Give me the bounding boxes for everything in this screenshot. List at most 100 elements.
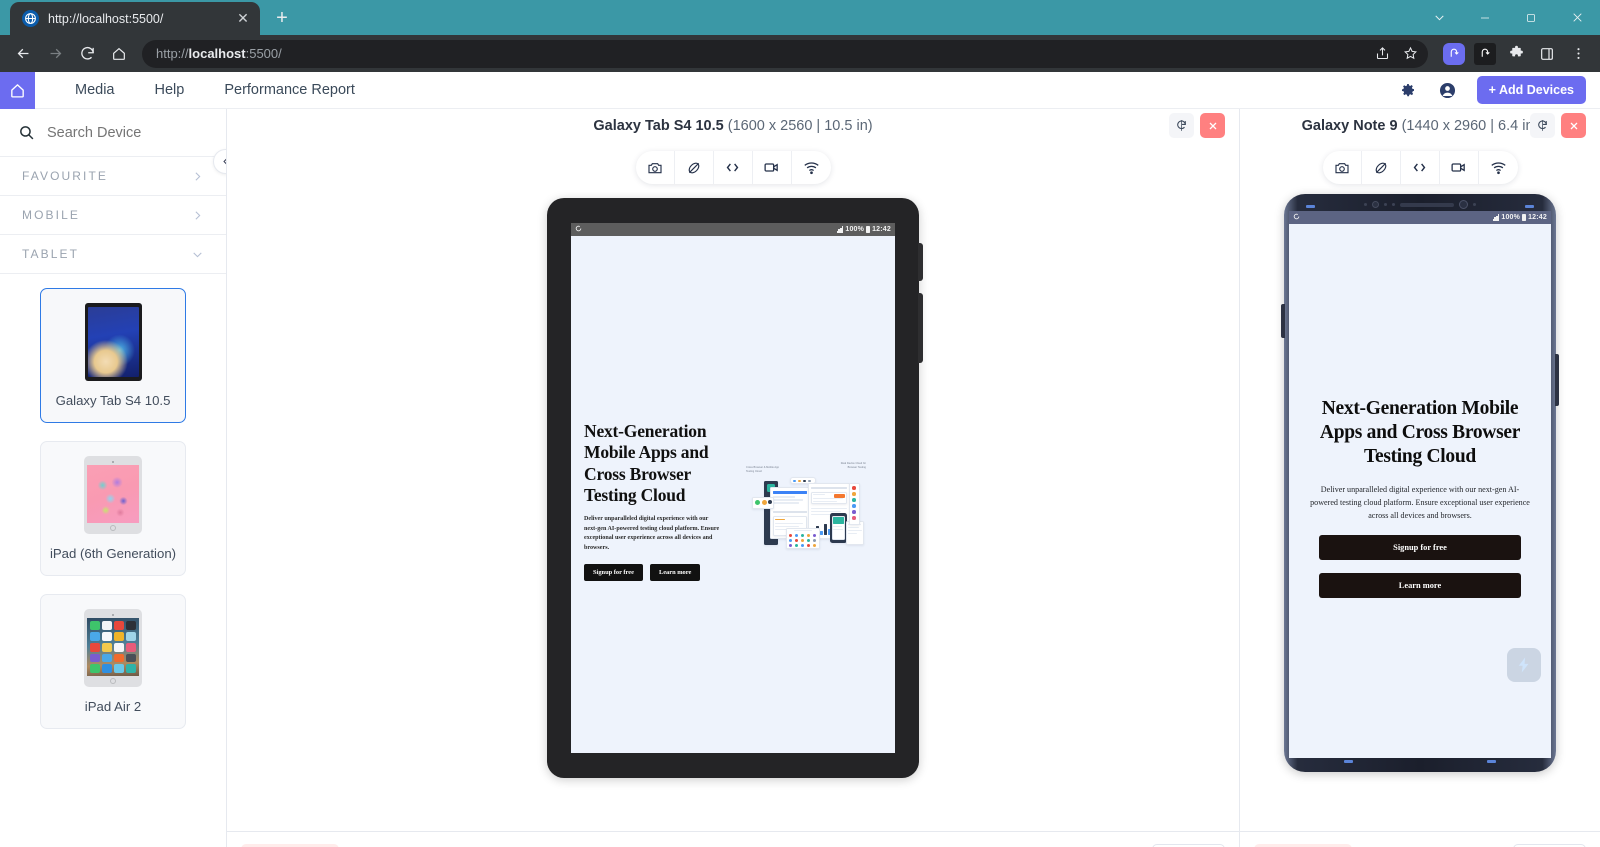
sidebar-section-favourite[interactable]: FAVOURITE [0, 157, 226, 196]
page-subheading: Deliver unparalleled digital experience … [1310, 484, 1530, 520]
chevron-right-icon [191, 209, 204, 222]
device-name: Galaxy Note 9 [1301, 118, 1398, 134]
refresh-icon[interactable] [1530, 113, 1555, 138]
tab-title: http://localhost:5500/ [48, 11, 164, 26]
learn-more-button[interactable]: Learn more [1319, 572, 1521, 598]
zoom-select[interactable]: 100% [1152, 843, 1225, 847]
lt-watermark-button[interactable] [1507, 648, 1541, 682]
sidebar-section-label: TABLET [22, 247, 80, 261]
device-footer-galaxy-tab-s4: ! 1 Error (s) 100% [227, 831, 1239, 847]
loading-icon [575, 225, 582, 234]
learn-more-button[interactable]: Learn more [649, 564, 701, 582]
app-nav-right: + Add Devices [1397, 76, 1600, 104]
device-footer-galaxy-note-9: ! 1 Error (s) 100% [1240, 831, 1600, 847]
zoom-select[interactable]: 100% [1513, 843, 1586, 847]
tab-search-chevron-icon[interactable] [1416, 0, 1462, 35]
window-minimize-button[interactable] [1462, 0, 1508, 35]
sidebar-section-label: MOBILE [22, 208, 80, 222]
network-throttle-wifi-icon[interactable] [1479, 151, 1518, 184]
address-bar-url: http://localhost:5500/ [156, 46, 282, 61]
devtools-icon[interactable] [1401, 151, 1440, 184]
tab-close-icon[interactable]: ✕ [234, 10, 252, 28]
screenshot-icon[interactable] [1323, 151, 1362, 184]
device-screen[interactable]: 100% 12:42 Next-Generation Mobile Apps a… [1289, 211, 1551, 758]
device-panel-title: Galaxy Tab S4 10.5 (1600 x 2560 | 10.5 i… [593, 118, 872, 134]
back-button[interactable] [8, 39, 38, 69]
nav-link-media[interactable]: Media [55, 82, 135, 98]
app-home-icon[interactable] [0, 71, 35, 109]
sidebar-section-mobile[interactable]: MOBILE [0, 196, 226, 235]
sidepanel-icon[interactable] [1533, 40, 1561, 68]
rotate-icon[interactable] [1362, 151, 1401, 184]
page-heading: Next-Generation Mobile Apps and Cross Br… [1319, 398, 1521, 468]
device-panel-galaxy-note-9: Galaxy Note 9 (1440 x 2960 | 6.4 in) 100… [1240, 109, 1600, 847]
signal-icon [836, 226, 844, 233]
close-icon[interactable] [1561, 113, 1586, 138]
forward-button[interactable] [40, 39, 70, 69]
device-card-label: Galaxy Tab S4 10.5 [55, 393, 171, 408]
refresh-icon[interactable] [1169, 113, 1194, 138]
sidebar-section-tablet[interactable]: TABLET [0, 235, 226, 274]
device-card-galaxy-tab-s4[interactable]: Galaxy Tab S4 10.5 [40, 288, 186, 424]
screenshot-icon[interactable] [636, 151, 675, 184]
device-toolbar [635, 151, 831, 184]
extension-active-icon[interactable] [1440, 40, 1468, 68]
rotate-icon[interactable] [675, 151, 714, 184]
device-thumbnail [84, 456, 142, 535]
device-panel-header: Galaxy Tab S4 10.5 (1600 x 2560 | 10.5 i… [227, 109, 1239, 143]
lt-extension-icon [1443, 42, 1465, 65]
device-panel-header: Galaxy Note 9 (1440 x 2960 | 6.4 in) [1240, 109, 1600, 143]
share-icon[interactable] [1370, 42, 1394, 66]
device-card-label: iPad Air 2 [84, 699, 142, 715]
lt-dark-extension-icon [1474, 42, 1496, 65]
nav-link-performance-report[interactable]: Performance Report [204, 82, 375, 98]
device-screen[interactable]: 100% 12:42 Next-Generation Mobile Apps a… [571, 223, 895, 753]
browser-toolbar: http://localhost:5500/ [0, 35, 1600, 72]
window-maximize-button[interactable] [1508, 0, 1554, 35]
device-card-ipad-air-2[interactable]: iPad Air 2 [40, 594, 186, 730]
device-frame-wrap: 100% 12:42 Next-Generation Mobile Apps a… [1240, 184, 1600, 831]
window-close-button[interactable] [1554, 0, 1600, 35]
browser-tab[interactable]: http://localhost:5500/ ✕ [10, 2, 260, 35]
device-spec: (1440 x 2960 | 6.4 in) [1401, 118, 1539, 134]
add-devices-button[interactable]: + Add Devices [1476, 76, 1586, 104]
device-sidebar: FAVOURITE MOBILE TABLET Galaxy Tab S4 10… [0, 109, 227, 847]
device-card-ipad-6th-generation[interactable]: iPad (6th Generation) [40, 441, 186, 577]
record-video-icon[interactable] [1440, 151, 1479, 184]
chrome-menu-icon[interactable] [1564, 40, 1592, 68]
page-heading: Next-Generation Mobile Apps and Cross Br… [584, 420, 709, 505]
devtools-icon[interactable] [714, 151, 753, 184]
record-video-icon[interactable] [753, 151, 792, 184]
nav-link-help[interactable]: Help [135, 82, 205, 98]
chevron-right-icon [191, 170, 204, 183]
browser-tabstrip: http://localhost:5500/ ✕ + [0, 0, 1600, 35]
signup-for-free-button[interactable]: Signup for free [584, 564, 643, 582]
network-throttle-wifi-icon[interactable] [792, 151, 831, 184]
page-subheading: Deliver unparalleled digital experience … [584, 516, 720, 551]
device-toolbar [1322, 151, 1518, 184]
account-icon[interactable] [1437, 79, 1459, 101]
device-panel-actions [1169, 113, 1225, 138]
rendered-page-tablet: Next-Generation Mobile Apps and Cross Br… [571, 236, 895, 753]
phone-sensor-bar [1289, 198, 1551, 211]
close-icon[interactable] [1200, 113, 1225, 138]
new-tab-button[interactable]: + [268, 4, 296, 32]
battery-icon [866, 226, 871, 233]
device-list: Galaxy Tab S4 10.5 iPad (6th Generation) [0, 274, 226, 730]
device-panel-actions [1530, 113, 1586, 138]
device-card-label: iPad (6th Generation) [49, 546, 177, 562]
search-input[interactable] [47, 124, 208, 141]
device-stage: Galaxy Tab S4 10.5 (1600 x 2560 | 10.5 i… [227, 109, 1600, 847]
bookmark-star-icon[interactable] [1398, 42, 1422, 66]
globe-icon [22, 10, 39, 27]
extensions-puzzle-icon[interactable] [1502, 40, 1530, 68]
address-bar[interactable]: http://localhost:5500/ [142, 39, 1428, 68]
device-panel-title: Galaxy Note 9 (1440 x 2960 | 6.4 in) [1302, 118, 1539, 134]
extension-dark-icon[interactable] [1471, 40, 1499, 68]
gear-icon[interactable] [1397, 79, 1419, 101]
reload-button[interactable] [72, 39, 102, 69]
device-thumbnail [84, 303, 142, 381]
main-shell: FAVOURITE MOBILE TABLET Galaxy Tab S4 10… [0, 109, 1600, 847]
signup-for-free-button[interactable]: Signup for free [1319, 534, 1521, 560]
home-button[interactable] [104, 39, 134, 69]
